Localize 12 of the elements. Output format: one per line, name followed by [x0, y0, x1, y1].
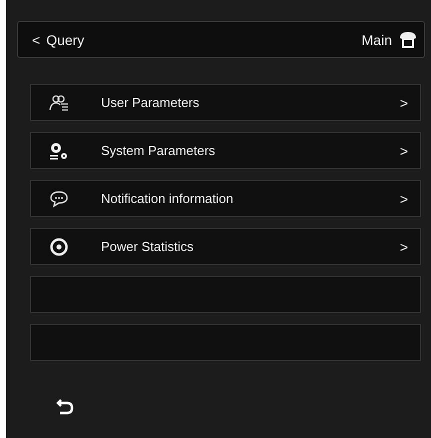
menu-item[interactable]: Notification information >	[30, 180, 421, 217]
menu-item[interactable]: System Parameters >	[30, 132, 421, 169]
back-button[interactable]: < Query	[32, 32, 84, 48]
chat-bubble-icon	[49, 190, 69, 208]
home-icon	[398, 30, 418, 50]
power-circle-icon	[49, 236, 69, 256]
menu-item[interactable]: Power Statistics >	[30, 228, 421, 265]
users-icon	[49, 94, 69, 112]
menu-item[interactable]: User Parameters >	[30, 84, 421, 121]
return-icon[interactable]	[56, 397, 74, 415]
gears-icon	[49, 140, 69, 160]
main-button[interactable]: Main	[362, 30, 418, 50]
